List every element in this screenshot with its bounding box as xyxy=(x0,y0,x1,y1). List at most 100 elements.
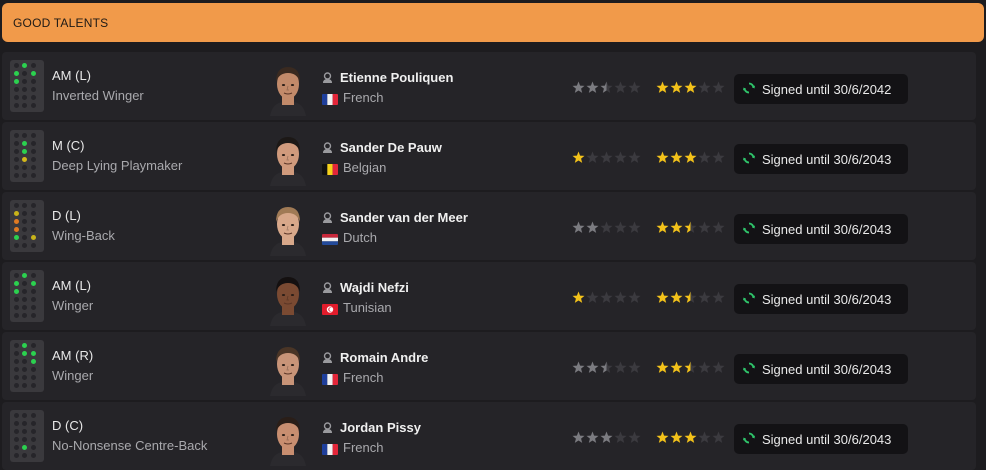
pitch-position-dot xyxy=(13,444,19,450)
star-icon xyxy=(698,431,711,443)
star-icon xyxy=(586,151,599,163)
flag-icon xyxy=(322,374,338,385)
star-icon xyxy=(684,361,697,373)
star-icon xyxy=(586,291,599,303)
renew-icon xyxy=(743,222,755,234)
player-name-link[interactable]: Sander De Pauw xyxy=(340,140,442,155)
player-row[interactable]: AM (L) Winger Wajdi Nefzi Tunisian Signe… xyxy=(2,262,976,330)
person-icon xyxy=(323,142,332,153)
star-icon xyxy=(670,151,683,163)
pitch-position-dot xyxy=(13,156,19,162)
star-icon xyxy=(600,361,613,373)
pitch-position-dot xyxy=(22,172,27,178)
player-face-avatar xyxy=(270,67,306,116)
pitch-position-dot xyxy=(30,452,36,458)
pitch-position-dot xyxy=(22,164,27,170)
pitch-position-dot xyxy=(30,226,36,232)
section-header: GOOD TALENTS xyxy=(2,3,984,42)
section-title: GOOD TALENTS xyxy=(13,15,109,30)
pitch-position-dot xyxy=(13,132,19,138)
star-icon xyxy=(614,361,627,373)
player-face-avatar xyxy=(270,417,306,466)
player-name-link[interactable]: Jordan Pissy xyxy=(340,420,421,435)
contract-badge[interactable]: Signed until 30/6/2043 xyxy=(734,424,908,454)
contract-text: Signed until 30/6/2043 xyxy=(762,432,892,447)
person-icon xyxy=(323,212,332,223)
star-icon xyxy=(656,291,669,303)
star-icon xyxy=(614,291,627,303)
flag-icon xyxy=(322,444,338,455)
pitch-position-dot xyxy=(13,342,19,348)
star-icon xyxy=(684,151,697,163)
nationality-label: French xyxy=(343,370,384,385)
pitch-position-dot xyxy=(22,382,27,388)
star-icon xyxy=(572,291,585,303)
star-icon xyxy=(684,81,697,93)
player-row[interactable]: AM (L) Inverted Winger Etienne Pouliquen… xyxy=(2,52,976,120)
contract-badge[interactable]: Signed until 30/6/2043 xyxy=(734,284,908,314)
current-ability-stars xyxy=(572,361,641,374)
star-icon xyxy=(600,221,613,233)
contract-badge[interactable]: Signed until 30/6/2043 xyxy=(734,144,908,174)
contract-badge[interactable]: Signed until 30/6/2043 xyxy=(734,214,908,244)
renew-icon xyxy=(743,292,755,304)
player-row[interactable]: M (C) Deep Lying Playmaker Sander De Pau… xyxy=(2,122,976,190)
pitch-position-dot xyxy=(30,140,36,146)
pitch-position-dot xyxy=(13,304,19,310)
pitch-position-dot xyxy=(22,70,27,76)
position-pitch-icon xyxy=(10,410,44,462)
player-row[interactable]: D (L) Wing-Back Sander van der Meer Dutc… xyxy=(2,192,976,260)
player-name-link[interactable]: Etienne Pouliquen xyxy=(340,70,453,85)
pitch-position-dot xyxy=(13,234,19,240)
contract-badge[interactable]: Signed until 30/6/2042 xyxy=(734,74,908,104)
pitch-position-dot xyxy=(30,382,36,388)
pitch-position-dot xyxy=(22,202,27,208)
pitch-position-dot xyxy=(22,452,27,458)
pitch-position-dot xyxy=(13,70,19,76)
player-name-link[interactable]: Romain Andre xyxy=(340,350,428,365)
person-icon xyxy=(323,72,332,83)
pitch-position-dot xyxy=(22,210,27,216)
current-ability-stars xyxy=(572,151,641,164)
pitch-position-dot xyxy=(30,358,36,364)
pitch-position-dot xyxy=(30,86,36,92)
current-ability-stars xyxy=(572,291,641,304)
pitch-position-dot xyxy=(30,156,36,162)
pitch-position-dot xyxy=(30,374,36,380)
pitch-position-dot xyxy=(30,428,36,434)
potential-ability-stars xyxy=(656,81,725,94)
contract-badge[interactable]: Signed until 30/6/2043 xyxy=(734,354,908,384)
pitch-position-dot xyxy=(13,374,19,380)
star-icon xyxy=(572,361,585,373)
star-icon xyxy=(656,151,669,163)
star-icon xyxy=(614,431,627,443)
player-row[interactable]: AM (R) Winger Romain Andre French Signed… xyxy=(2,332,976,400)
pitch-position-dot xyxy=(30,102,36,108)
pitch-position-dot xyxy=(30,234,36,240)
player-row[interactable]: D (C) No-Nonsense Centre-Back Jordan Pis… xyxy=(2,402,976,470)
pitch-position-dot xyxy=(13,242,19,248)
star-icon xyxy=(670,291,683,303)
pitch-position-dot xyxy=(30,304,36,310)
position-label: AM (L) xyxy=(52,68,91,83)
pitch-position-dot xyxy=(22,312,27,318)
star-icon xyxy=(572,81,585,93)
player-name-link[interactable]: Wajdi Nefzi xyxy=(340,280,409,295)
pitch-position-dot xyxy=(22,436,27,442)
star-icon xyxy=(600,151,613,163)
star-icon xyxy=(712,431,725,443)
pitch-position-dot xyxy=(13,148,19,154)
pitch-position-dot xyxy=(30,444,36,450)
person-icon xyxy=(323,282,332,293)
star-icon xyxy=(712,221,725,233)
pitch-position-dot xyxy=(13,210,19,216)
star-icon xyxy=(670,361,683,373)
star-icon xyxy=(684,221,697,233)
pitch-position-dot xyxy=(30,94,36,100)
star-icon xyxy=(670,431,683,443)
player-name-link[interactable]: Sander van der Meer xyxy=(340,210,468,225)
position-pitch-icon xyxy=(10,270,44,322)
renew-icon xyxy=(743,362,755,374)
pitch-position-dot xyxy=(30,350,36,356)
position-label: M (C) xyxy=(52,138,85,153)
